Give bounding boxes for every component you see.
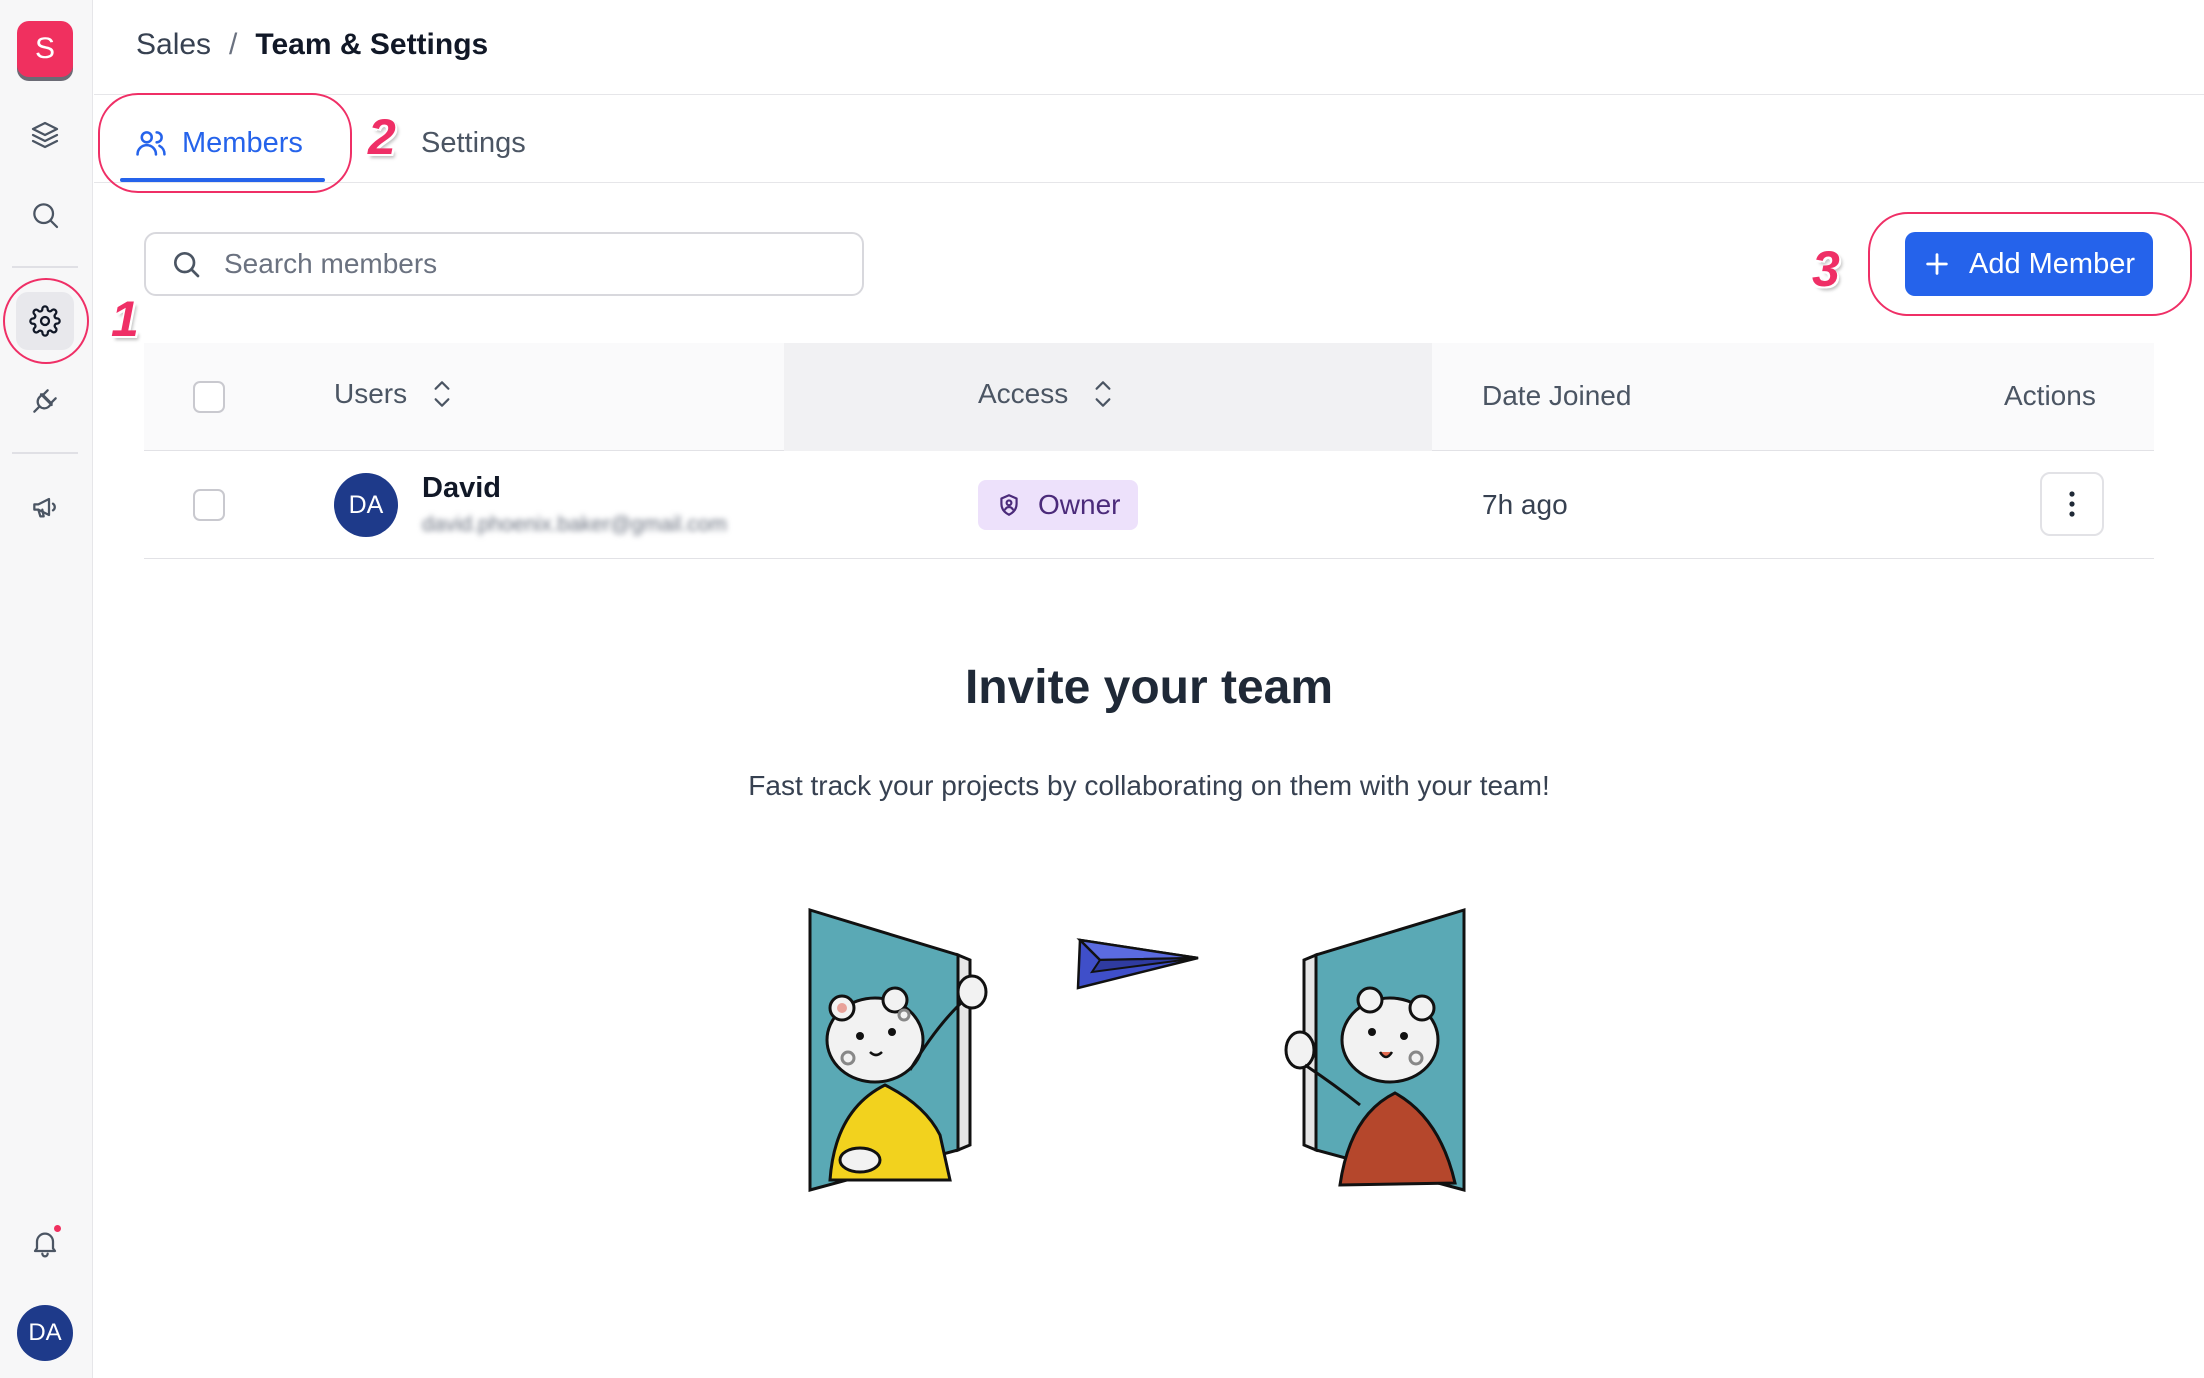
left-window-illustration <box>808 907 988 1192</box>
search-icon <box>174 252 200 278</box>
column-header-access-label: Access <box>978 378 1069 409</box>
breadcrumb-separator: / <box>229 28 238 61</box>
plug-icon[interactable] <box>16 372 74 430</box>
sidebar-divider <box>12 452 78 454</box>
column-header-users-label: Users <box>334 378 408 409</box>
column-header-actions: Actions <box>2004 380 2096 412</box>
row-actions-button[interactable] <box>2040 472 2104 536</box>
more-vertical-icon <box>2069 491 2075 517</box>
tabs-divider <box>94 182 2204 183</box>
row-checkbox[interactable] <box>193 489 225 521</box>
column-header-access[interactable]: Access <box>978 377 1116 411</box>
member-date-joined: 7h ago <box>1482 489 1568 520</box>
invite-subtitle: Fast track your projects by collaboratin… <box>748 770 1550 801</box>
shield-user-icon <box>1000 494 1018 516</box>
megaphone-icon[interactable] <box>16 478 74 536</box>
annotation-ring-2 <box>98 93 352 193</box>
paper-plane-illustration <box>1076 938 1199 990</box>
right-window-illustration <box>1284 907 1466 1192</box>
page-title: Team & Settings <box>255 28 489 61</box>
breadcrumb: Sales / Team & Settings <box>136 28 488 62</box>
workspace-logo[interactable]: S <box>17 21 73 77</box>
search-icon[interactable] <box>16 186 74 244</box>
table-row <box>144 452 2154 559</box>
column-header-actions-label: Actions <box>2004 380 2096 411</box>
member-avatar: DA <box>334 473 398 537</box>
tab-settings-label: Settings <box>421 126 526 159</box>
notification-dot <box>52 1223 63 1234</box>
member-name: David <box>422 472 501 504</box>
header-divider <box>94 94 2204 95</box>
search-input[interactable] <box>224 248 824 280</box>
invite-team-illustration <box>808 907 1466 1192</box>
member-email: david.phoenix.baker@gmail.com <box>422 513 727 536</box>
column-header-date-joined: Date Joined <box>1482 380 1631 412</box>
annotation-number-2: 2 <box>368 109 396 165</box>
user-avatar[interactable]: DA <box>17 1305 73 1361</box>
annotation-ring-1 <box>3 278 89 364</box>
sort-icon <box>1095 381 1111 407</box>
column-header-date-joined-label: Date Joined <box>1482 380 1632 411</box>
access-badge-label: Owner <box>1038 489 1121 520</box>
annotation-number-1: 1 <box>111 291 139 347</box>
access-badge: Owner <box>978 480 1139 530</box>
search-members-field[interactable] <box>144 232 864 296</box>
select-all-checkbox[interactable] <box>193 381 225 413</box>
column-header-users[interactable]: Users <box>334 377 455 411</box>
tab-settings[interactable]: Settings <box>421 118 526 168</box>
layers-icon[interactable] <box>16 106 74 164</box>
sort-icon <box>434 381 450 407</box>
annotation-number-3: 3 <box>1812 241 1840 297</box>
sidebar-divider <box>12 266 78 268</box>
notification-bell-icon[interactable] <box>16 1214 74 1272</box>
invite-title: Invite your team <box>964 661 1334 714</box>
breadcrumb-parent[interactable]: Sales <box>136 28 211 62</box>
annotation-ring-3 <box>1868 212 2192 316</box>
